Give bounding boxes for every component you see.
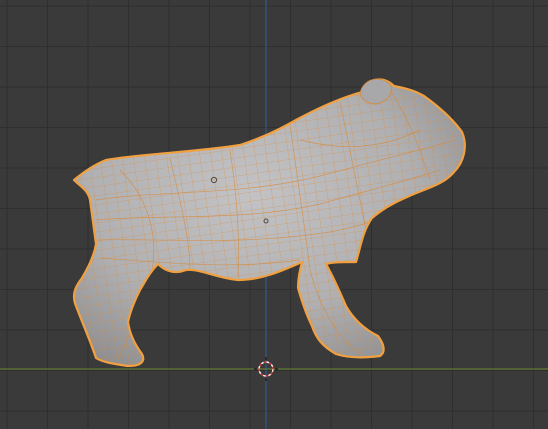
3d-viewport[interactable]: [0, 0, 548, 429]
mesh-wireframe: [74, 79, 465, 366]
bulldog-mesh[interactable]: [60, 60, 480, 380]
viewport-canvas[interactable]: [0, 0, 548, 429]
